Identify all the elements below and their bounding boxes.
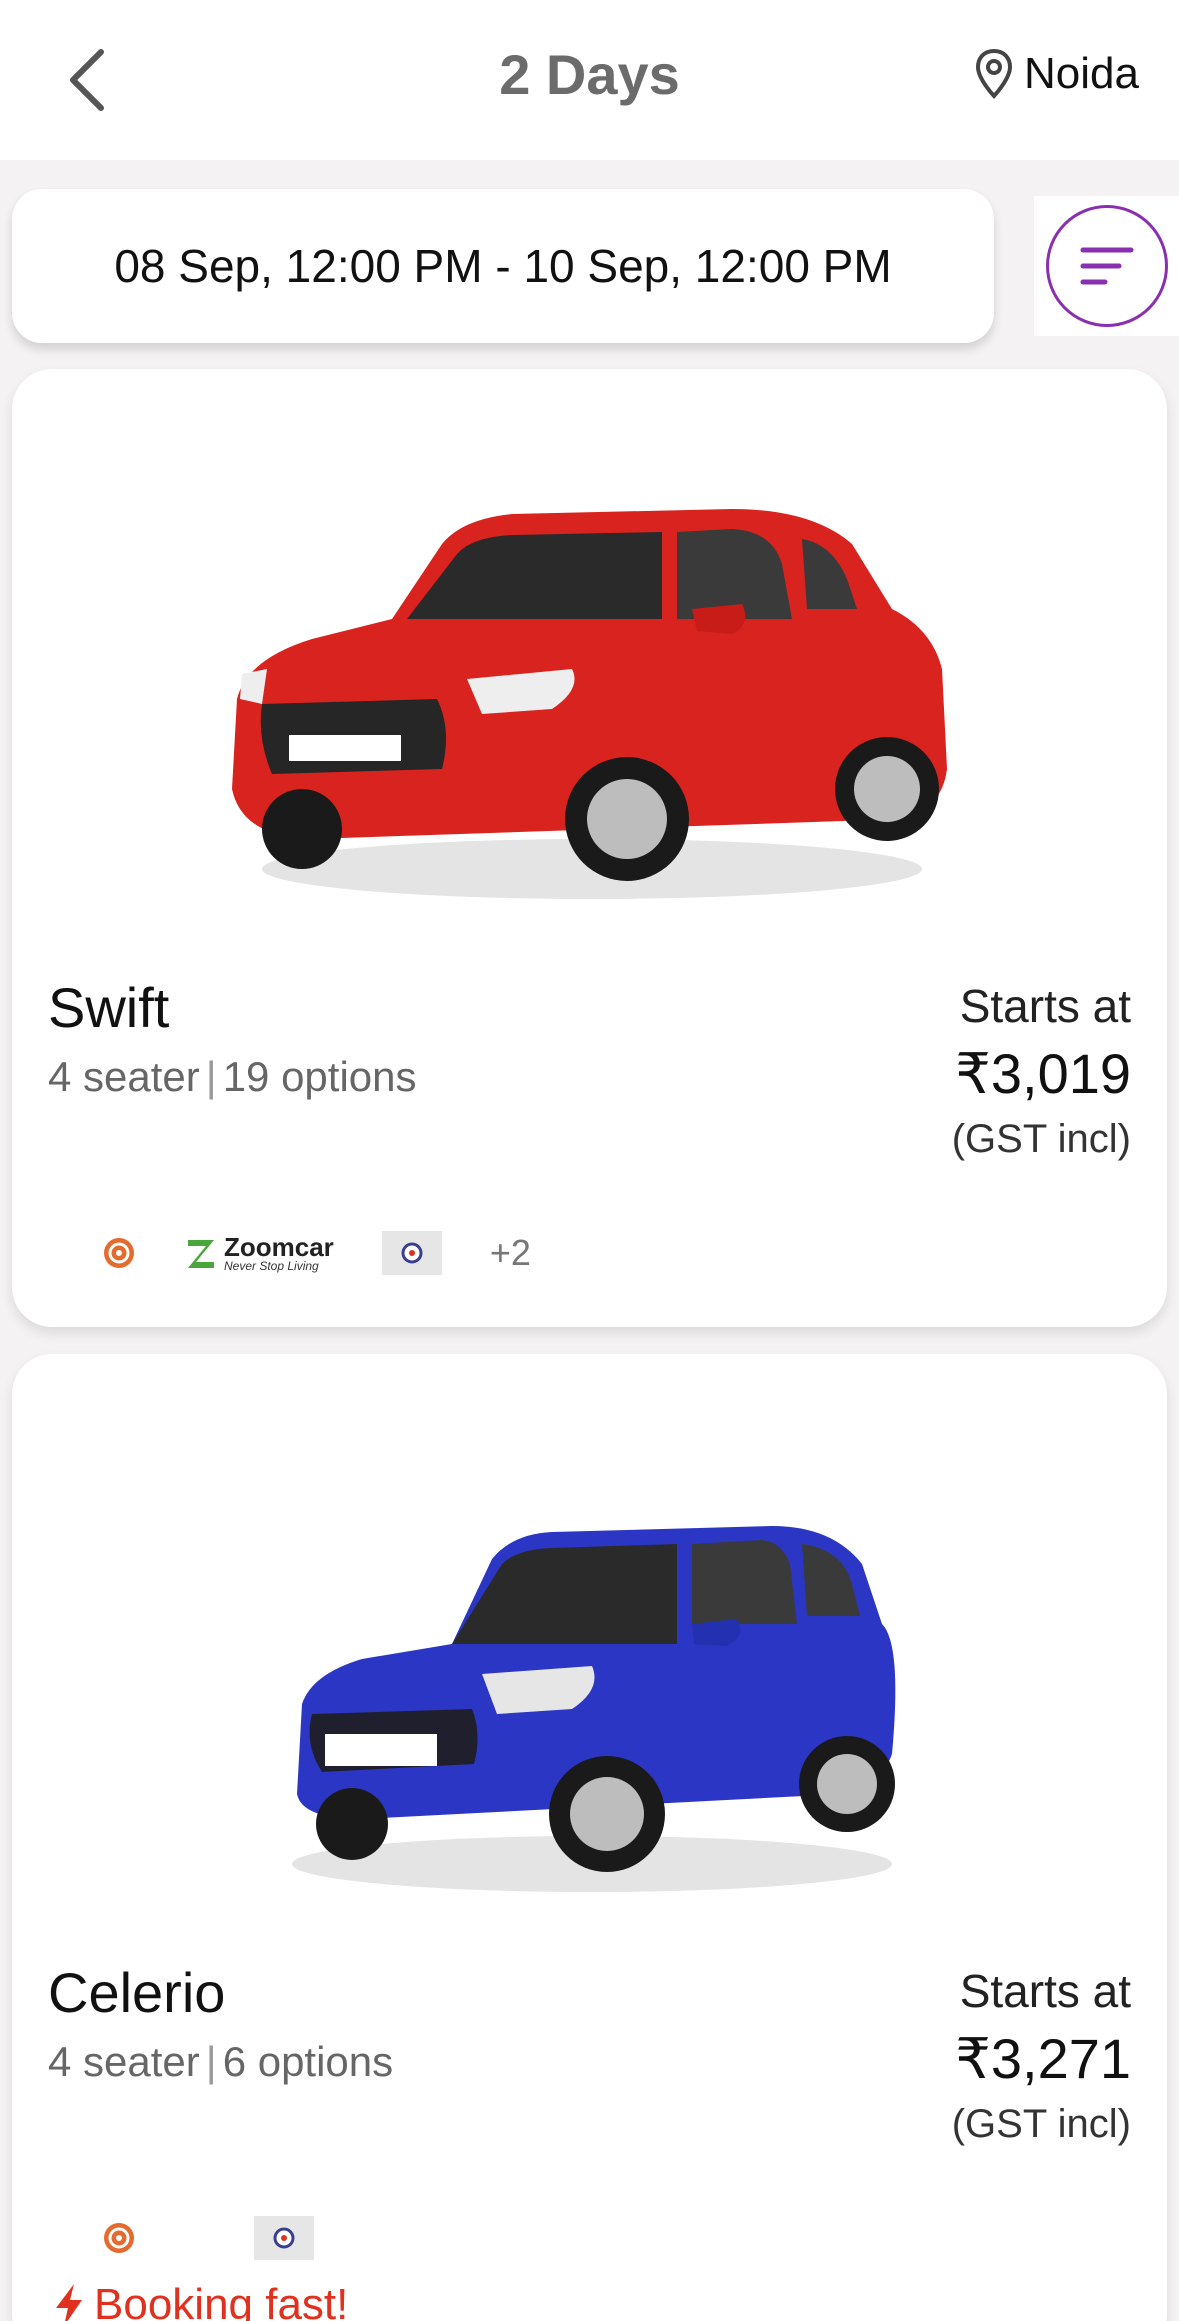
sort-filter-icon — [1080, 247, 1133, 285]
price-block: Starts at ₹3,271 (GST incl) — [952, 1964, 1131, 2147]
provider-logo-revv — [102, 1236, 136, 1270]
location-label: Noida — [1024, 49, 1139, 98]
option-count: 19 options — [222, 1053, 417, 1100]
zoomcar-tagline: Never Stop Living — [224, 1259, 319, 1273]
provider-logo-third — [254, 2216, 314, 2260]
zoomcar-wordmark: Zoomcar Never Stop Living — [224, 1234, 334, 1272]
provider-logo-revv — [102, 2221, 136, 2255]
badge-logo-icon — [381, 1231, 442, 1275]
more-providers-count[interactable]: +2 — [490, 1232, 531, 1274]
hatchback-car-image — [232, 509, 947, 899]
provider-logos — [102, 2216, 314, 2260]
price-block: Starts at ₹3,019 (GST incl) — [952, 979, 1131, 1162]
provider-logo-third — [381, 1231, 442, 1275]
car-name: Celerio — [48, 1961, 226, 2024]
location-pin-icon — [976, 48, 1013, 99]
provider-logo-zoomcar: Zoomcar Never Stop Living — [184, 1234, 334, 1272]
separator: | — [205, 2038, 217, 2085]
location-selector[interactable]: Noida — [974, 48, 1139, 100]
price-value: ₹3,019 — [955, 1042, 1131, 1105]
top-app-bar: 2 Days Noida — [0, 0, 1179, 160]
zoomcar-z-icon — [188, 1240, 214, 1268]
pin-logo-icon — [104, 2223, 134, 2253]
booking-fast-label: Booking fast! — [94, 2280, 349, 2321]
seat-count: 4 seater — [48, 2038, 200, 2085]
car-details: 4 seater | 6 options — [48, 2038, 393, 2086]
booking-fast-badge: Booking fast! — [52, 2280, 348, 2321]
car-image — [12, 369, 1167, 969]
date-range-selector[interactable]: 08 Sep, 12:00 PM - 10 Sep, 12:00 PM — [12, 189, 994, 343]
separator: | — [205, 1053, 217, 1100]
option-count: 6 options — [222, 2038, 394, 2085]
car-image — [12, 1354, 1167, 1954]
filter-container — [1034, 196, 1179, 336]
hatchback-car-image — [292, 1526, 896, 1892]
seat-count: 4 seater — [48, 1053, 200, 1100]
price-value: ₹3,271 — [955, 2027, 1131, 2090]
starts-at-label: Starts at — [959, 1965, 1131, 2017]
car-details: 4 seater | 19 options — [48, 1053, 417, 1101]
car-card-celerio[interactable]: Celerio 4 seater | 6 options Starts at ₹3,… — [12, 1354, 1167, 2321]
tax-note: (GST incl) — [951, 2102, 1131, 2146]
pin-logo-icon — [104, 1238, 134, 1268]
car-name: Swift — [48, 976, 170, 1039]
zoomcar-name: Zoomcar — [224, 1232, 334, 1262]
filter-button[interactable] — [1045, 205, 1168, 327]
provider-logos: Zoomcar Never Stop Living +2 — [102, 1231, 531, 1275]
tax-note: (GST incl) — [951, 1117, 1131, 1161]
lightning-icon — [56, 2284, 82, 2321]
car-card-swift[interactable]: Swift 4 seater | 19 options Starts at ₹3,0… — [12, 369, 1167, 1327]
starts-at-label: Starts at — [959, 980, 1131, 1032]
date-range-label: 08 Sep, 12:00 PM - 10 Sep, 12:00 PM — [114, 240, 892, 292]
badge-logo-icon — [254, 2216, 314, 2260]
